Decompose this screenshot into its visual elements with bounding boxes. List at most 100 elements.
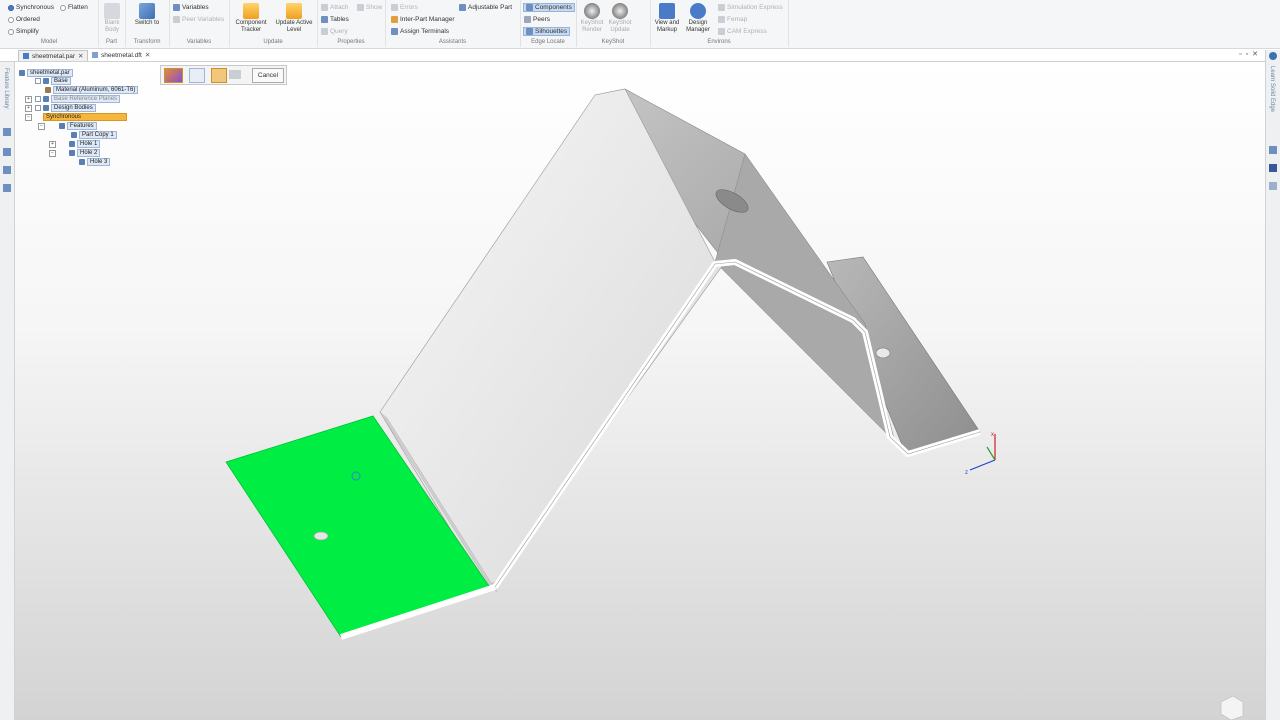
view-markup-icon bbox=[659, 3, 675, 19]
filter-icon[interactable] bbox=[211, 68, 227, 83]
help-icon[interactable] bbox=[1269, 52, 1277, 60]
collapse-icon[interactable]: − bbox=[38, 123, 45, 130]
hole-3[interactable] bbox=[313, 531, 329, 541]
tree-ref-planes[interactable]: Base Reference Planes bbox=[35, 95, 121, 103]
tree-hole-2[interactable]: Hole 2 bbox=[69, 149, 101, 157]
checkbox[interactable] bbox=[35, 105, 41, 111]
assign-terminals-button[interactable]: Assign Terminals bbox=[391, 28, 449, 35]
cancel-button[interactable]: Cancel bbox=[252, 68, 284, 83]
tree-root-label: sheetmetal.par bbox=[27, 69, 73, 77]
feature-library-tab[interactable]: Feature Library bbox=[3, 68, 9, 109]
transform-group-label: Transform bbox=[133, 39, 161, 45]
femap-button[interactable]: Femap bbox=[718, 16, 747, 23]
design-manager-icon bbox=[690, 3, 706, 19]
peers-toggle[interactable]: Peers bbox=[524, 16, 550, 23]
expand-icon[interactable]: + bbox=[25, 96, 32, 103]
variables-button[interactable]: Variables bbox=[173, 4, 209, 11]
show-button[interactable]: Show bbox=[357, 4, 382, 11]
ribbon: Synchronous Flatten Ordered Simplify Mod… bbox=[0, 0, 1280, 49]
update-group: Component Tracker Update Active Level Up… bbox=[229, 0, 318, 47]
options-icon[interactable] bbox=[189, 68, 205, 83]
collapse-icon[interactable]: − bbox=[25, 114, 32, 121]
tab-label: sheetmetal.par bbox=[32, 52, 75, 60]
sensors-icon[interactable] bbox=[3, 166, 11, 174]
tree-features[interactable]: Features bbox=[59, 122, 97, 130]
tab-sheetmetal-dft[interactable]: sheetmetal.dft ✕ bbox=[88, 50, 154, 60]
keyshot-group: KeyShot Render KeyShot Update KeyShot bbox=[576, 0, 651, 47]
update-group-label: Update bbox=[263, 39, 283, 45]
model-view[interactable]: x z bbox=[15, 62, 1265, 720]
close-icon[interactable]: ✕ bbox=[78, 52, 83, 60]
hole-2[interactable] bbox=[875, 347, 891, 359]
errors-button[interactable]: Errors bbox=[391, 4, 418, 11]
query-button[interactable]: Query bbox=[321, 28, 348, 35]
component-tracker-button[interactable]: Component Tracker bbox=[231, 3, 271, 33]
peer-variables-button[interactable]: Peer Variables bbox=[173, 16, 224, 23]
close-icon[interactable]: ✕ bbox=[145, 51, 150, 59]
flatten-radio[interactable]: Flatten bbox=[60, 4, 88, 11]
draft-file-icon bbox=[92, 52, 98, 58]
part-group-label: Part bbox=[105, 39, 117, 45]
tree-design-bodies-label: Design Bodies bbox=[51, 104, 96, 112]
errors-icon bbox=[391, 4, 398, 11]
adjustable-part-button[interactable]: Adjustable Part bbox=[459, 4, 512, 11]
learn-solid-edge-tab[interactable]: Learn Solid Edge bbox=[1269, 66, 1275, 112]
window-controls[interactable]: ▫▫✕ bbox=[1239, 50, 1262, 58]
inter-part-manager-button[interactable]: Inter-Part Manager bbox=[391, 16, 455, 23]
update-active-level-button[interactable]: Update Active Level bbox=[273, 3, 315, 33]
facebook-icon[interactable] bbox=[1269, 164, 1277, 172]
transform-group: Switch to Transform bbox=[125, 0, 170, 47]
tree-synchronous[interactable]: Synchronous bbox=[35, 113, 127, 121]
features-icon bbox=[59, 123, 65, 129]
blank-body-button[interactable]: Blank Body bbox=[101, 3, 123, 33]
variables-group-label: Variables bbox=[186, 39, 212, 45]
simulation-express-button[interactable]: Simulation Express bbox=[718, 4, 783, 11]
tables-button[interactable]: Tables bbox=[321, 16, 349, 23]
switch-to-button[interactable]: Switch to bbox=[129, 3, 165, 27]
view-markup-button[interactable]: View and Markup bbox=[652, 3, 682, 33]
graphics-viewport[interactable]: x z sheetmetal.par Base Material (Alumin… bbox=[15, 62, 1265, 720]
tree-base[interactable]: Base bbox=[35, 77, 71, 85]
collapse-icon[interactable]: − bbox=[49, 150, 56, 157]
expand-icon[interactable]: + bbox=[49, 141, 56, 148]
part-icon bbox=[19, 70, 25, 76]
base-icon bbox=[43, 78, 49, 84]
silhouettes-toggle[interactable]: Silhouettes bbox=[523, 27, 571, 36]
components-toggle[interactable]: Components bbox=[523, 3, 575, 12]
assistants-group-label: Assistants bbox=[438, 39, 467, 45]
layers-icon[interactable] bbox=[3, 148, 11, 156]
tree-material[interactable]: Material (Aluminum, 6061-T6) bbox=[45, 86, 139, 94]
pathfinder-icon[interactable] bbox=[3, 128, 11, 136]
update-icon bbox=[286, 3, 302, 19]
component-tracker-icon bbox=[243, 3, 259, 19]
cam-express-button[interactable]: CAM Express bbox=[718, 28, 767, 35]
tree-root[interactable]: sheetmetal.par bbox=[19, 69, 73, 77]
search-icon[interactable] bbox=[3, 184, 11, 192]
simplify-radio[interactable]: Simplify bbox=[8, 28, 39, 35]
selection-mode-icon[interactable] bbox=[164, 68, 183, 83]
keyshot-update-button[interactable]: KeyShot Update bbox=[606, 3, 634, 33]
keyshot-render-button[interactable]: KeyShot Render bbox=[578, 3, 606, 33]
tree-design-bodies[interactable]: Design Bodies bbox=[35, 104, 96, 112]
view-cube-icon[interactable] bbox=[1220, 695, 1244, 720]
synchronous-radio[interactable]: Synchronous bbox=[8, 4, 54, 11]
arrow-icon[interactable] bbox=[229, 70, 241, 79]
ordered-radio[interactable]: Ordered bbox=[8, 16, 40, 23]
checkbox[interactable] bbox=[35, 96, 41, 102]
attach-button[interactable]: Attach bbox=[321, 4, 348, 11]
expand-icon[interactable]: + bbox=[25, 105, 32, 112]
tree-hole-3[interactable]: Hole 3 bbox=[79, 158, 111, 166]
tab-sheetmetal-par[interactable]: sheetmetal.par ✕ bbox=[18, 50, 89, 61]
tree-hole-1[interactable]: Hole 1 bbox=[69, 140, 101, 148]
environs-group-label: Environs bbox=[707, 39, 731, 45]
checkbox[interactable] bbox=[35, 78, 41, 84]
rss-icon[interactable] bbox=[1269, 182, 1277, 190]
simulation-icon bbox=[718, 4, 725, 11]
model-group: Synchronous Flatten Ordered Simplify Mod… bbox=[0, 0, 99, 47]
keyshot-group-label: KeyShot bbox=[601, 39, 625, 45]
command-bar: Cancel bbox=[160, 65, 287, 85]
youtube-icon[interactable] bbox=[1269, 146, 1277, 154]
design-manager-button[interactable]: Design Manager bbox=[683, 3, 713, 33]
tree-part-copy[interactable]: Part Copy 1 bbox=[71, 131, 117, 139]
